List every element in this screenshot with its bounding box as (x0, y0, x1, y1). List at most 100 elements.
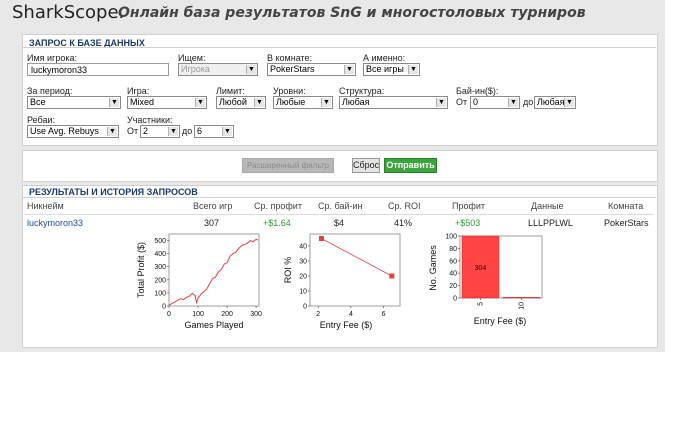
plot-area (168, 233, 260, 307)
divider (22, 47, 656, 48)
chevron-down-icon: ▼ (321, 98, 331, 107)
y-tick-label: 10 (299, 289, 307, 296)
x-axis-label: Games Played (184, 320, 243, 330)
x-tick-label: 5 (478, 302, 485, 306)
participants-to-value: 6 (197, 126, 203, 136)
nickname-link[interactable]: luckymoron33 (27, 218, 83, 228)
participants-label: Участники: (127, 115, 173, 125)
results-section-title: РЕЗУЛЬТАТЫ И ИСТОРИЯ ЗАПРОСОВ (29, 187, 198, 197)
x-tick-label: 4 (349, 311, 353, 318)
chevron-down-icon: ▼ (107, 127, 117, 136)
room-select-value: PokerStars (270, 64, 315, 74)
buyin-from-value: 0 (473, 97, 479, 107)
actions-box (22, 150, 658, 182)
structure-select[interactable]: Любая ▼ (339, 96, 448, 109)
y-tick-label: 20 (299, 274, 307, 281)
player-label: Имя игрока: (27, 53, 77, 63)
which-select[interactable]: Все игры ▼ (363, 63, 420, 76)
room-select[interactable]: PokerStars ▼ (267, 63, 356, 76)
y-tick-label: 40 (299, 244, 307, 251)
avg-profit-value: +$1.64 (263, 218, 291, 228)
y-axis-label: Total Profit ($) (136, 242, 146, 298)
total-games-value: 307 (204, 218, 220, 228)
structure-select-value: Любая (342, 97, 370, 107)
chevron-down-icon: ▼ (246, 65, 256, 74)
bar (502, 297, 541, 299)
profit-value: +$503 (455, 218, 481, 228)
which-label: А именно: (363, 53, 406, 63)
x-tick-label: 200 (221, 311, 233, 318)
period-select[interactable]: Все ▼ (27, 96, 121, 109)
chevron-down-icon: ▼ (254, 98, 264, 107)
room-value: PokerStars (604, 218, 649, 228)
col-total-games[interactable]: Всего игр (193, 201, 232, 211)
buyin-to-label: до (523, 97, 534, 107)
room-label: В комнате: (267, 53, 313, 63)
chevron-down-icon: ▼ (222, 127, 232, 136)
col-avg-profit[interactable]: Ср. профит (254, 201, 302, 211)
chevron-down-icon: ▼ (195, 98, 205, 107)
x-tick-label: 100 (192, 311, 204, 318)
y-tick-label: 0 (162, 304, 166, 311)
reset-button[interactable]: Сброс (352, 158, 380, 173)
col-data[interactable]: Данные (531, 201, 564, 211)
y-tick-label: 100 (154, 290, 166, 297)
plot-area (309, 233, 401, 307)
chevron-down-icon: ▼ (564, 98, 574, 107)
submit-button[interactable]: Отправить (384, 158, 437, 173)
x-tick-label: 300 (250, 311, 262, 318)
limit-select-value: Любой (219, 97, 247, 107)
x-axis-label: Entry Fee ($) (474, 316, 527, 326)
games-bar-chart: 3045 10020406080100 Entry Fee ($) No. Gam… (428, 234, 543, 326)
chevron-down-icon: ▼ (344, 65, 354, 74)
advanced-filter-button[interactable]: Расширенный фильтр (242, 158, 334, 173)
x-axis-label: Entry Fee ($) (320, 320, 373, 330)
roi-point (318, 236, 324, 241)
y-tick-label: 200 (154, 277, 166, 284)
brand-logo: SharkScope. (12, 2, 125, 23)
participants-to-label: до (182, 126, 193, 136)
period-select-value: Все (30, 97, 46, 107)
limit-select[interactable]: Любой ▼ (216, 96, 266, 109)
y-tick-label: 500 (154, 238, 166, 245)
col-nickname[interactable]: Никнейм (27, 201, 64, 211)
which-select-value: Все игры (366, 64, 404, 74)
col-avg-buyin[interactable]: Ср. бай-ин (318, 201, 362, 211)
x-tick-label: 6 (382, 311, 386, 318)
participants-to-select[interactable]: 6 ▼ (194, 125, 234, 138)
limit-label: Лимит: (216, 86, 245, 96)
y-tick-label: 300 (154, 264, 166, 271)
avg-buyin-value: $4 (334, 218, 345, 228)
col-avg-roi[interactable]: Ср. ROI (388, 201, 421, 211)
y-axis-label: No. Games (428, 245, 438, 291)
x-tick-label: 2 (316, 311, 320, 318)
participants-from-label: От (127, 126, 139, 136)
avg-roi-value: 41% (394, 218, 413, 228)
col-profit[interactable]: Профит (452, 201, 485, 211)
y-tick-label: 20 (449, 283, 457, 290)
y-tick-label: 0 (453, 296, 457, 303)
y-tick-label: 80 (449, 246, 457, 253)
col-room[interactable]: Комната (608, 201, 643, 211)
participants-from-select[interactable]: 2 ▼ (140, 125, 180, 138)
levels-select[interactable]: Любые ▼ (273, 96, 333, 109)
buyin-to-select[interactable]: Любая ▼ (534, 96, 576, 109)
rebuy-label: Ребаи: (27, 115, 55, 125)
levels-label: Уровни: (273, 86, 306, 96)
divider (22, 197, 656, 198)
y-tick-label: 0 (303, 304, 307, 311)
brand-subtitle: Онлайн база результатов SnG и многостоло… (118, 5, 586, 21)
x-tick-label: 10 (519, 302, 526, 310)
search-select[interactable]: Игрока ▼ (178, 63, 258, 76)
roi-point (389, 273, 395, 279)
chevron-down-icon: ▼ (436, 98, 446, 107)
buyin-from-select[interactable]: 0 ▼ (470, 96, 520, 109)
x-tick-label: 0 (167, 311, 171, 318)
buyin-to-value: Любая (537, 97, 565, 107)
game-select[interactable]: Mixed ▼ (127, 96, 207, 109)
player-name-input[interactable] (27, 63, 169, 76)
rebuy-select[interactable]: Use Avg. Rebuys ▼ (27, 125, 119, 138)
structure-label: Структура: (339, 86, 385, 96)
rebuy-select-value: Use Avg. Rebuys (30, 126, 99, 136)
y-tick-label: 400 (154, 251, 166, 258)
